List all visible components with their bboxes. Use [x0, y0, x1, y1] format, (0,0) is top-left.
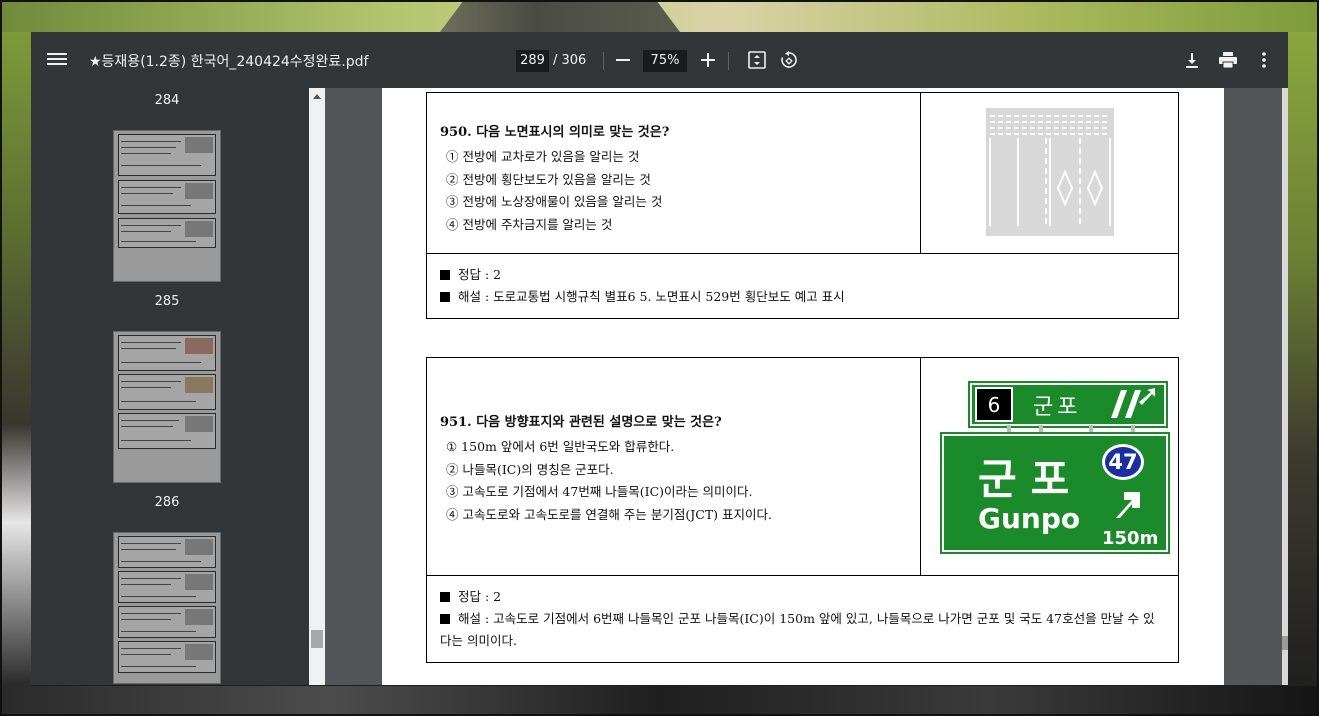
document-scrollbar[interactable]: [1282, 88, 1288, 685]
road-marking-image: [986, 108, 1114, 236]
route-sign-top: 6 군포: [968, 381, 1168, 428]
explanation-line: 해설 : 도로교통법 시행규칙 별표6 5. 노면표시 529번 횡단보도 예고…: [440, 286, 1165, 308]
toolbar-divider: [728, 52, 729, 70]
zoom-out-icon[interactable]: [611, 48, 635, 72]
sidebar-scrollbar[interactable]: [309, 88, 325, 685]
bullet-square-icon: [440, 614, 450, 624]
more-icon[interactable]: [1252, 48, 1276, 72]
question-box: 951. 다음 방향표지와 관련된 설명으로 맞는 것은? ① 150m 앞에서…: [426, 357, 1179, 663]
exit-arrow-icon: [1110, 488, 1142, 524]
question-image: [921, 93, 1178, 253]
thumbnail-label: 285: [154, 294, 180, 309]
fit-page-icon[interactable]: [745, 48, 769, 72]
page-number-input[interactable]: 289: [516, 50, 549, 72]
exit-lane-icon: [1105, 387, 1157, 422]
desktop-background-left: [0, 32, 31, 686]
question-title: 951. 다음 방향표지와 관련된 설명으로 맞는 것은?: [440, 415, 722, 430]
question-option: ② 전방에 횡단보도가 있음을 알리는 것: [446, 171, 651, 187]
question-option: ④ 고속도로와 고속도로를 연결해 주는 분기점(JCT) 표지이다.: [446, 506, 772, 522]
thumbnail-sidebar: 284 285 286: [31, 88, 309, 685]
answer-line: 정답 : 2: [440, 586, 1165, 608]
page-thumbnail[interactable]: [113, 130, 221, 282]
question-option: ① 전방에 교차로가 있음을 알리는 것: [446, 149, 640, 164]
pdf-toolbar: ★등재용(1.2종) 한국어_240424수정완료.pdf 289 / 306 …: [31, 32, 1288, 88]
question-option: ① 150m 앞에서 6번 일반국도와 합류한다.: [446, 439, 675, 454]
print-icon[interactable]: [1216, 48, 1240, 72]
menu-icon[interactable]: [47, 50, 67, 70]
answer-line: 정답 : 2: [440, 264, 1165, 286]
scroll-up-icon[interactable]: [313, 94, 321, 99]
question-title: 950. 다음 노면표시의 의미로 맞는 것은?: [440, 125, 670, 140]
bullet-square-icon: [440, 592, 450, 602]
sign-korean-name: 군포: [978, 455, 1084, 504]
bullet-square-icon: [440, 270, 450, 280]
rotate-icon[interactable]: [777, 48, 801, 72]
pdf-page: 950. 다음 노면표시의 의미로 맞는 것은? ① 전방에 교차로가 있음을 …: [382, 88, 1224, 685]
sign-english-name: Gunpo: [978, 502, 1081, 535]
document-title: ★등재용(1.2종) 한국어_240424수정완료.pdf: [89, 54, 369, 70]
sidebar-scroll-thumb[interactable]: [311, 630, 323, 648]
page-total: / 306: [553, 53, 587, 68]
desktop-background-bottom: [0, 686, 1319, 716]
exit-sign-main: 군포 Gunpo 47 150m: [940, 432, 1170, 554]
question-option: ④ 전방에 주차금지를 알리는 것: [446, 216, 613, 232]
desktop-background-road: [440, 0, 680, 32]
toolbar-divider: [603, 52, 604, 70]
zoom-level-input[interactable]: 75%: [643, 50, 687, 72]
route-number: 6: [975, 387, 1013, 422]
question-option: ③ 고속도로 기점에서 47번째 나들목(IC)이라는 의미이다.: [446, 484, 753, 499]
zoom-in-icon[interactable]: [696, 48, 720, 72]
download-icon[interactable]: [1180, 48, 1204, 72]
question-option: ② 나들목(IC)의 명칭은 군포다.: [446, 461, 614, 477]
explanation-line: 해설 : 고속도로 기점에서 6번째 나들목인 군포 나들목(IC)이 150m…: [440, 611, 1155, 648]
page-thumbnail[interactable]: [113, 532, 221, 684]
exit-number-badge: 47: [1102, 444, 1144, 480]
question-box: 950. 다음 노면표시의 의미로 맞는 것은? ① 전방에 교차로가 있음을 …: [426, 92, 1179, 319]
thumbnail-label: 286: [154, 495, 180, 510]
document-view: 950. 다음 노면표시의 의미로 맞는 것은? ① 전방에 교차로가 있음을 …: [325, 88, 1288, 685]
thumbnail-label: 284: [154, 93, 180, 108]
route-top-name: 군포: [1033, 394, 1082, 420]
desktop-background-right: [1288, 32, 1319, 686]
question-image: 6 군포 군포 Gunpo 47 150m: [921, 358, 1178, 575]
document-scroll-thumb[interactable]: [1282, 636, 1288, 650]
sign-distance: 150m: [1102, 528, 1159, 549]
question-option: ③ 전방에 노상장애물이 있음을 알리는 것: [446, 194, 663, 209]
bullet-square-icon: [440, 292, 450, 302]
pdf-viewer-window: ★등재용(1.2종) 한국어_240424수정완료.pdf 289 / 306 …: [31, 32, 1288, 685]
page-thumbnail[interactable]: [113, 331, 221, 483]
